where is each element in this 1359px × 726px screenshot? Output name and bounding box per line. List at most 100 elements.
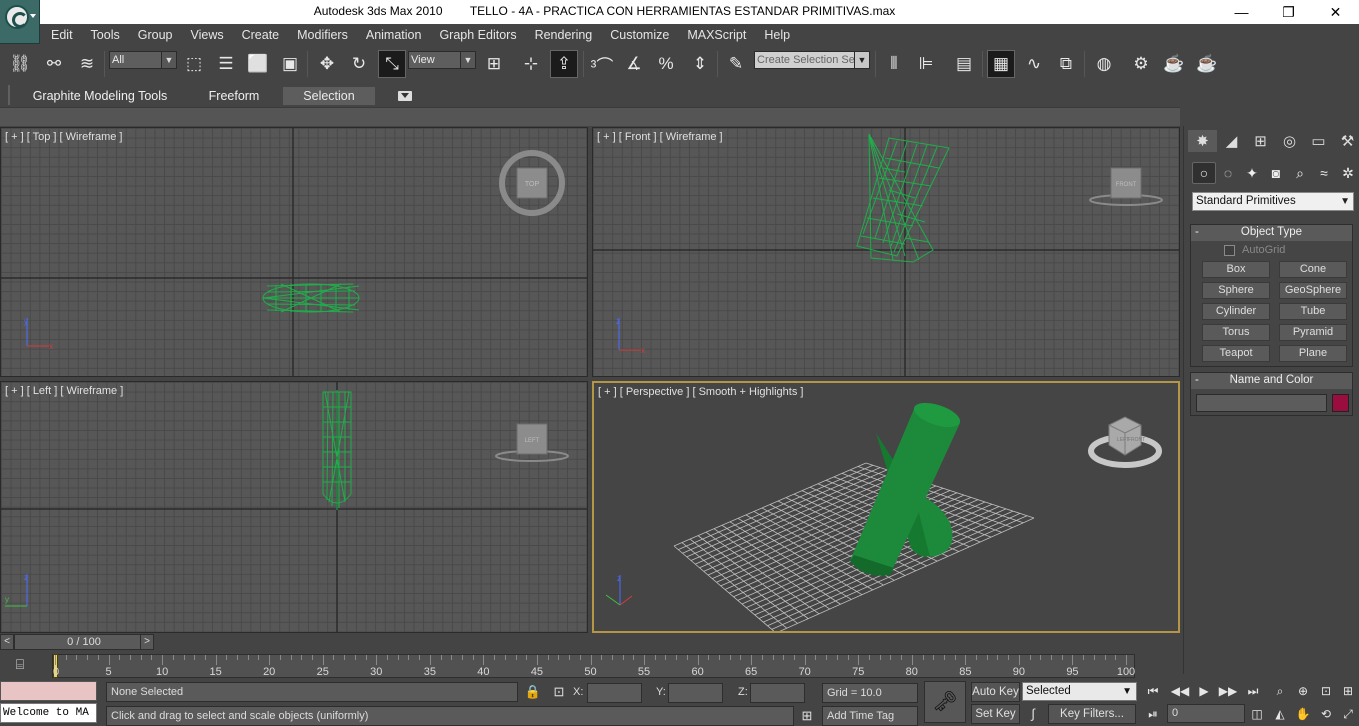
- menu-modifiers[interactable]: Modifiers: [297, 28, 348, 42]
- menu-group[interactable]: Group: [138, 28, 173, 42]
- object-type-header[interactable]: - Object Type: [1191, 225, 1352, 241]
- systems-icon[interactable]: ✲: [1336, 162, 1359, 184]
- viewcube-front[interactable]: FRONT: [1089, 167, 1163, 206]
- angle-snap-toggle-icon[interactable]: ∡: [620, 50, 648, 78]
- viewport-perspective[interactable]: [ + ] [ Perspective ] [ Smooth + Highlig…: [592, 381, 1180, 633]
- plane-button[interactable]: Plane: [1279, 345, 1347, 362]
- object-category-dropdown[interactable]: Standard Primitives ▼: [1192, 192, 1354, 211]
- layer-manager-icon[interactable]: ▤: [950, 50, 978, 78]
- graphite-modeling-tools-icon[interactable]: ▦: [987, 50, 1015, 78]
- zoom-all-icon[interactable]: ⊕: [1293, 681, 1313, 701]
- next-frame-icon[interactable]: ▶▶: [1218, 681, 1238, 701]
- viewport-label-front[interactable]: [ + ] [ Front ] [ Wireframe ]: [597, 131, 723, 143]
- selection-filter-dropdown[interactable]: All ▼: [109, 51, 177, 69]
- set-key-button[interactable]: Set Key: [971, 704, 1020, 724]
- application-button[interactable]: [0, 0, 40, 44]
- zoom-extents-all-icon[interactable]: ⊞: [1338, 681, 1358, 701]
- use-pivot-point-center-icon[interactable]: ⊞: [480, 50, 508, 78]
- tube-button[interactable]: Tube: [1279, 303, 1347, 320]
- create-panel-icon[interactable]: ✸: [1188, 130, 1217, 152]
- field-of-view-icon[interactable]: ◭: [1270, 704, 1290, 724]
- bind-to-space-warp-icon[interactable]: ≋: [73, 50, 101, 78]
- time-tag-icon[interactable]: ⊞: [798, 707, 816, 725]
- previous-frame-arrow-icon[interactable]: <: [0, 634, 14, 650]
- key-mode-dropdown[interactable]: Selected ▼: [1022, 682, 1137, 701]
- teapot-button[interactable]: Teapot: [1202, 345, 1270, 362]
- menu-views[interactable]: Views: [190, 28, 223, 42]
- absolute-mode-transform-icon[interactable]: ⊡: [550, 683, 568, 701]
- hierarchy-panel-icon[interactable]: ⊞: [1246, 130, 1275, 152]
- viewport-label-left[interactable]: [ + ] [ Left ] [ Wireframe ]: [5, 385, 123, 397]
- select-object-icon[interactable]: ⬚: [180, 50, 208, 78]
- time-configuration-icon[interactable]: ◫: [1247, 704, 1267, 724]
- viewcube-perspective[interactable]: LEFT FRONT: [1088, 416, 1162, 468]
- menu-graph-editors[interactable]: Graph Editors: [439, 28, 516, 42]
- cylinder-button[interactable]: Cylinder: [1202, 303, 1270, 320]
- curve-editor-icon[interactable]: ∿: [1020, 50, 1048, 78]
- track-bar-area[interactable]: 0 5 10 15 20 25 30 35 40 45 50 55 60 65 70 75 80 85 90 95 10…: [52, 654, 1135, 678]
- add-time-tag-button[interactable]: Add Time Tag: [822, 706, 918, 726]
- space-warps-icon[interactable]: ≈: [1312, 162, 1336, 184]
- time-slider-thumb[interactable]: 0 / 100: [14, 634, 154, 650]
- play-icon[interactable]: ▶: [1194, 681, 1214, 701]
- viewcube-top[interactable]: TOP: [499, 150, 565, 216]
- select-and-link-icon[interactable]: ⛓: [6, 50, 34, 78]
- viewport-label-perspective[interactable]: [ + ] [ Perspective ] [ Smooth + Highlig…: [598, 386, 803, 398]
- go-to-end-icon[interactable]: ⏭: [1243, 681, 1263, 701]
- rectangular-selection-region-icon[interactable]: ⬜: [244, 50, 272, 78]
- render-setup-icon[interactable]: ⚙: [1127, 50, 1155, 78]
- material-editor-icon[interactable]: ◍: [1090, 50, 1118, 78]
- modify-panel-icon[interactable]: ◢: [1217, 130, 1246, 152]
- menu-edit[interactable]: Edit: [51, 28, 73, 42]
- ribbon-minimize-toggle[interactable]: [398, 91, 412, 101]
- current-frame-field[interactable]: 0: [1167, 704, 1245, 723]
- auto-key-button[interactable]: Auto Key: [971, 682, 1020, 702]
- viewcube-left[interactable]: LEFT: [495, 423, 569, 462]
- named-selection-sets-dropdown[interactable]: Create Selection Se ▼: [754, 51, 870, 69]
- name-and-color-header[interactable]: - Name and Color: [1191, 373, 1352, 389]
- previous-frame-icon[interactable]: ◀◀: [1170, 681, 1190, 701]
- set-keys-button[interactable]: 🗝: [924, 681, 966, 723]
- select-and-uniform-scale-icon[interactable]: ⤡: [378, 50, 406, 78]
- zoom-icon[interactable]: ⌕: [1270, 681, 1290, 701]
- box-button[interactable]: Box: [1202, 261, 1270, 278]
- unlink-selection-icon[interactable]: ⚯: [40, 50, 68, 78]
- key-filters-button[interactable]: Key Filters...: [1048, 704, 1136, 724]
- schematic-view-icon[interactable]: ⧉: [1052, 50, 1080, 78]
- maxscript-mini-listener[interactable]: Welcome to MA: [0, 703, 97, 723]
- viewport-front[interactable]: [ + ] [ Front ] [ Wireframe ] FRONT z x: [592, 127, 1180, 377]
- reference-coordinate-dropdown[interactable]: View ▼: [408, 51, 476, 69]
- menu-customize[interactable]: Customize: [610, 28, 669, 42]
- pyramid-button[interactable]: Pyramid: [1279, 324, 1347, 341]
- cone-button[interactable]: Cone: [1279, 261, 1347, 278]
- orbit-icon[interactable]: ⟲: [1316, 704, 1336, 724]
- menu-create[interactable]: Create: [242, 28, 280, 42]
- shapes-icon[interactable]: ◌: [1216, 162, 1240, 184]
- lights-icon[interactable]: ✦: [1240, 162, 1264, 184]
- edit-named-selection-sets-icon[interactable]: ✎: [722, 50, 750, 78]
- autogrid-checkbox[interactable]: [1224, 245, 1235, 256]
- select-and-rotate-icon[interactable]: ↻: [345, 50, 373, 78]
- align-icon[interactable]: ⊫: [912, 50, 940, 78]
- motion-panel-icon[interactable]: ◎: [1275, 130, 1304, 152]
- minimize-button[interactable]: —: [1218, 0, 1265, 24]
- window-crossing-icon[interactable]: ▣: [276, 50, 304, 78]
- keyboard-shortcut-override-icon[interactable]: ⇪: [550, 50, 578, 78]
- tab-freeform[interactable]: Freeform: [192, 87, 276, 105]
- y-coordinate-field[interactable]: [668, 683, 723, 703]
- utilities-panel-icon[interactable]: ⚒: [1333, 130, 1359, 152]
- maximize-viewport-icon[interactable]: ⤢: [1338, 704, 1358, 724]
- mirror-icon[interactable]: ⫴: [880, 50, 908, 78]
- z-coordinate-field[interactable]: [750, 683, 805, 703]
- pan-view-icon[interactable]: ✋: [1293, 704, 1313, 724]
- spinner-snap-toggle-icon[interactable]: ⇕: [686, 50, 714, 78]
- sphere-button[interactable]: Sphere: [1202, 282, 1270, 299]
- x-coordinate-field[interactable]: [587, 683, 642, 703]
- snaps-toggle-icon[interactable]: ³⌒: [588, 50, 616, 78]
- torus-button[interactable]: Torus: [1202, 324, 1270, 341]
- cameras-icon[interactable]: ◙: [1264, 162, 1288, 184]
- object-name-field[interactable]: [1196, 394, 1327, 412]
- rendered-frame-window-icon[interactable]: ☕: [1160, 50, 1188, 78]
- geosphere-button[interactable]: GeoSphere: [1279, 282, 1347, 299]
- maximize-button[interactable]: ❐: [1265, 0, 1312, 24]
